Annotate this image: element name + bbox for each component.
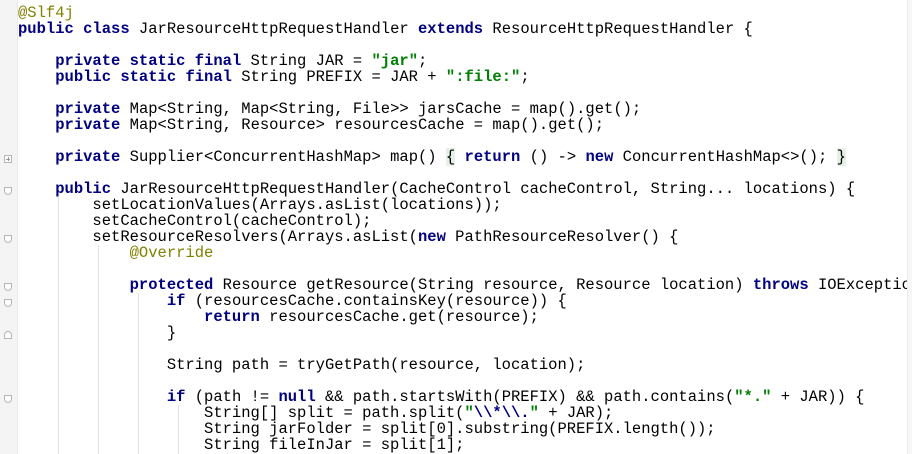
fold-collapse-icon[interactable] (4, 395, 12, 403)
code-line[interactable]: String jarFolder = split[0].substring(PR… (18, 421, 716, 437)
code-token: return (464, 148, 521, 166)
code-line[interactable]: } (18, 325, 176, 341)
code-token: Supplier<ConcurrentHashMap> map() (120, 148, 446, 166)
code-line[interactable]: private Map<String, Map<String, File>> j… (18, 101, 641, 117)
fold-end-icon[interactable] (4, 331, 12, 339)
code-line[interactable]: @Slf4j (18, 5, 74, 21)
fold-expand-icon[interactable] (4, 155, 12, 163)
code-token: ResourceHttpRequestHandler { (483, 20, 753, 38)
code-line[interactable]: public class JarResourceHttpRequestHandl… (18, 21, 753, 37)
code-line[interactable]: setCacheControl(cacheControl); (18, 213, 371, 229)
code-line[interactable]: String fileInJar = split[1]; (18, 437, 464, 453)
code-token: String fileInJar = split[1]; (18, 436, 465, 454)
code-token: ; (520, 68, 530, 86)
code-token: private (55, 148, 121, 166)
code-token: + JAR)) { (771, 388, 865, 406)
fold-collapse-icon[interactable] (4, 299, 12, 307)
code-token: String path = tryGetPath(resource, locat… (18, 356, 586, 374)
code-line[interactable]: @Override (18, 244, 214, 262)
code-token: IOException { (817, 276, 912, 294)
code-line[interactable]: private Map<String, Resource> resourcesC… (18, 117, 604, 133)
code-token: private (55, 116, 121, 134)
code-line[interactable]: setResourceResolvers(Arrays.asList(new P… (18, 229, 678, 245)
code-line[interactable]: setLocationValues(Arrays.asList(location… (18, 197, 501, 213)
fold-collapse-icon[interactable] (4, 187, 12, 195)
code-line[interactable]: if (path != null && path.startsWith(PREF… (18, 388, 865, 406)
fold-collapse-icon[interactable] (4, 283, 12, 291)
editor-gutter (0, 0, 18, 454)
code-token: ConcurrentHashMap<>(); (613, 148, 837, 166)
code-token: () -> (520, 148, 586, 166)
code-line[interactable]: protected Resource getResource(String re… (18, 277, 912, 293)
code-token: ":file:" (445, 68, 521, 86)
code-token: public static final (55, 68, 232, 86)
code-token: } (18, 324, 177, 342)
code-token: resourcesCache.get(resource); (259, 308, 539, 326)
editor-right-margin (907, 0, 912, 454)
code-token: Map<String, Resource> resourcesCache = m… (120, 116, 605, 134)
code-token: "*." (734, 388, 772, 406)
code-line[interactable]: String path = tryGetPath(resource, locat… (18, 356, 586, 374)
code-token: } (836, 148, 846, 166)
code-editor[interactable]: @Slf4j public class JarResourceHttpReques… (0, 0, 912, 454)
code-line[interactable]: private static final String JAR = "jar"; (18, 53, 427, 69)
code-token: JarResourceHttpRequestHandler (129, 20, 418, 38)
fold-collapse-icon[interactable] (4, 235, 12, 243)
code-line[interactable]: if (resourcesCache.containsKey(resource)… (18, 293, 567, 309)
code-token: return (204, 308, 260, 326)
code-line[interactable]: return resourcesCache.get(resource); (18, 309, 539, 325)
code-token: extends (417, 20, 484, 38)
code-token: String PREFIX = JAR + (231, 68, 446, 86)
code-token: @Override (129, 244, 214, 262)
code-token: PathResourceResolver() { (445, 228, 679, 246)
code-line[interactable]: public JarResourceHttpRequestHandler(Cac… (18, 181, 855, 197)
code-token: throws (752, 276, 809, 294)
code-token: public class (18, 20, 130, 38)
code-token: new (585, 148, 614, 166)
code-line[interactable]: public static final String PREFIX = JAR … (18, 68, 530, 86)
code-token: new (417, 228, 446, 246)
code-token: { (445, 148, 456, 166)
code-line[interactable]: String[] split = path.split("\\*\\." + J… (18, 405, 613, 421)
code-line[interactable]: private Supplier<ConcurrentHashMap> map(… (18, 148, 846, 166)
